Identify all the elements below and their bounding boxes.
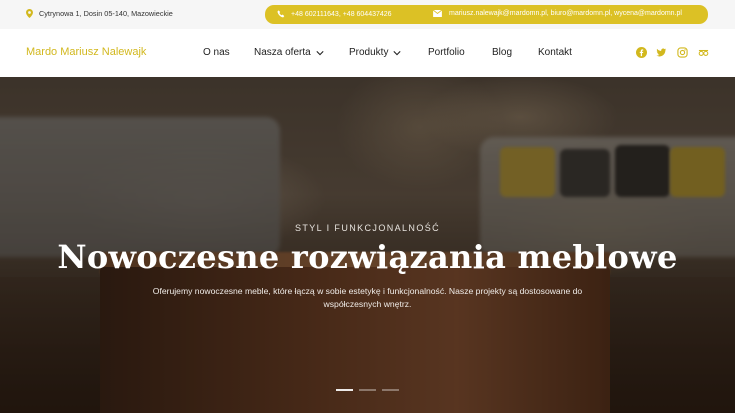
hero-headline: Nowoczesne rozwiązania meblowe (57, 238, 678, 276)
nav-item-kontakt[interactable]: Kontakt (538, 47, 572, 58)
hero-description: Oferujemy nowoczesne meble, które łączą … (152, 286, 583, 309)
phone-numbers: +48 602111643, +48 604437426 (291, 10, 392, 18)
chevron-down-icon (393, 50, 402, 55)
location-pin-icon (26, 9, 33, 18)
brand-logo[interactable]: Mardo Mariusz Nalewajk (26, 46, 146, 58)
slider-pagination (336, 389, 399, 391)
nav-item-o-nas[interactable]: O nas (203, 47, 230, 58)
slider-dot-2[interactable] (359, 389, 376, 391)
slider-dot-1[interactable] (336, 389, 353, 391)
phone-contact[interactable]: +48 602111643, +48 604437426 (277, 10, 392, 18)
contact-pill: +48 602111643, +48 604437426 mariusz.nal… (265, 5, 708, 24)
slider-dot-3[interactable] (382, 389, 399, 391)
phone-icon (277, 10, 285, 18)
nav-label: O nas (203, 47, 230, 58)
address-text: Cytrynowa 1, Dosin 05-140, Mazowieckie (39, 9, 173, 18)
nav-item-blog[interactable]: Blog (492, 47, 512, 58)
mail-icon (433, 10, 442, 17)
chevron-down-icon (316, 50, 324, 55)
instagram-icon[interactable] (677, 47, 688, 58)
nav-label: Portfolio (428, 47, 465, 58)
hero-kicker: STYL I FUNKCJONALNOŚĆ (294, 223, 441, 233)
nav-label: Nasza oferta (254, 47, 311, 58)
hero-slider: STYL I FUNKCJONALNOŚĆ Nowoczesne rozwiąz… (0, 77, 735, 413)
email-addresses: mariusz.nalewajk@mardomn.pl, biuro@mardo… (449, 10, 682, 17)
email-contact[interactable]: mariusz.nalewajk@mardomn.pl, biuro@mardo… (433, 10, 682, 17)
twitter-icon[interactable] (656, 47, 667, 58)
nav-item-produkty[interactable]: Produkty (349, 47, 402, 58)
nav-label: Kontakt (538, 47, 572, 58)
nav-label: Blog (492, 47, 513, 58)
nav-item-portfolio[interactable]: Portfolio (428, 47, 465, 58)
tripadvisor-icon[interactable] (698, 47, 709, 58)
facebook-icon[interactable] (636, 47, 647, 58)
nav-label: Produkty (349, 47, 389, 58)
nav-item-nasza-oferta[interactable]: Nasza oferta (254, 47, 324, 58)
main-navigation: Mardo Mariusz Nalewajk O nas Nasza ofert… (0, 29, 735, 77)
address: Cytrynowa 1, Dosin 05-140, Mazowieckie (26, 9, 173, 18)
top-bar: Cytrynowa 1, Dosin 05-140, Mazowieckie +… (0, 0, 735, 29)
